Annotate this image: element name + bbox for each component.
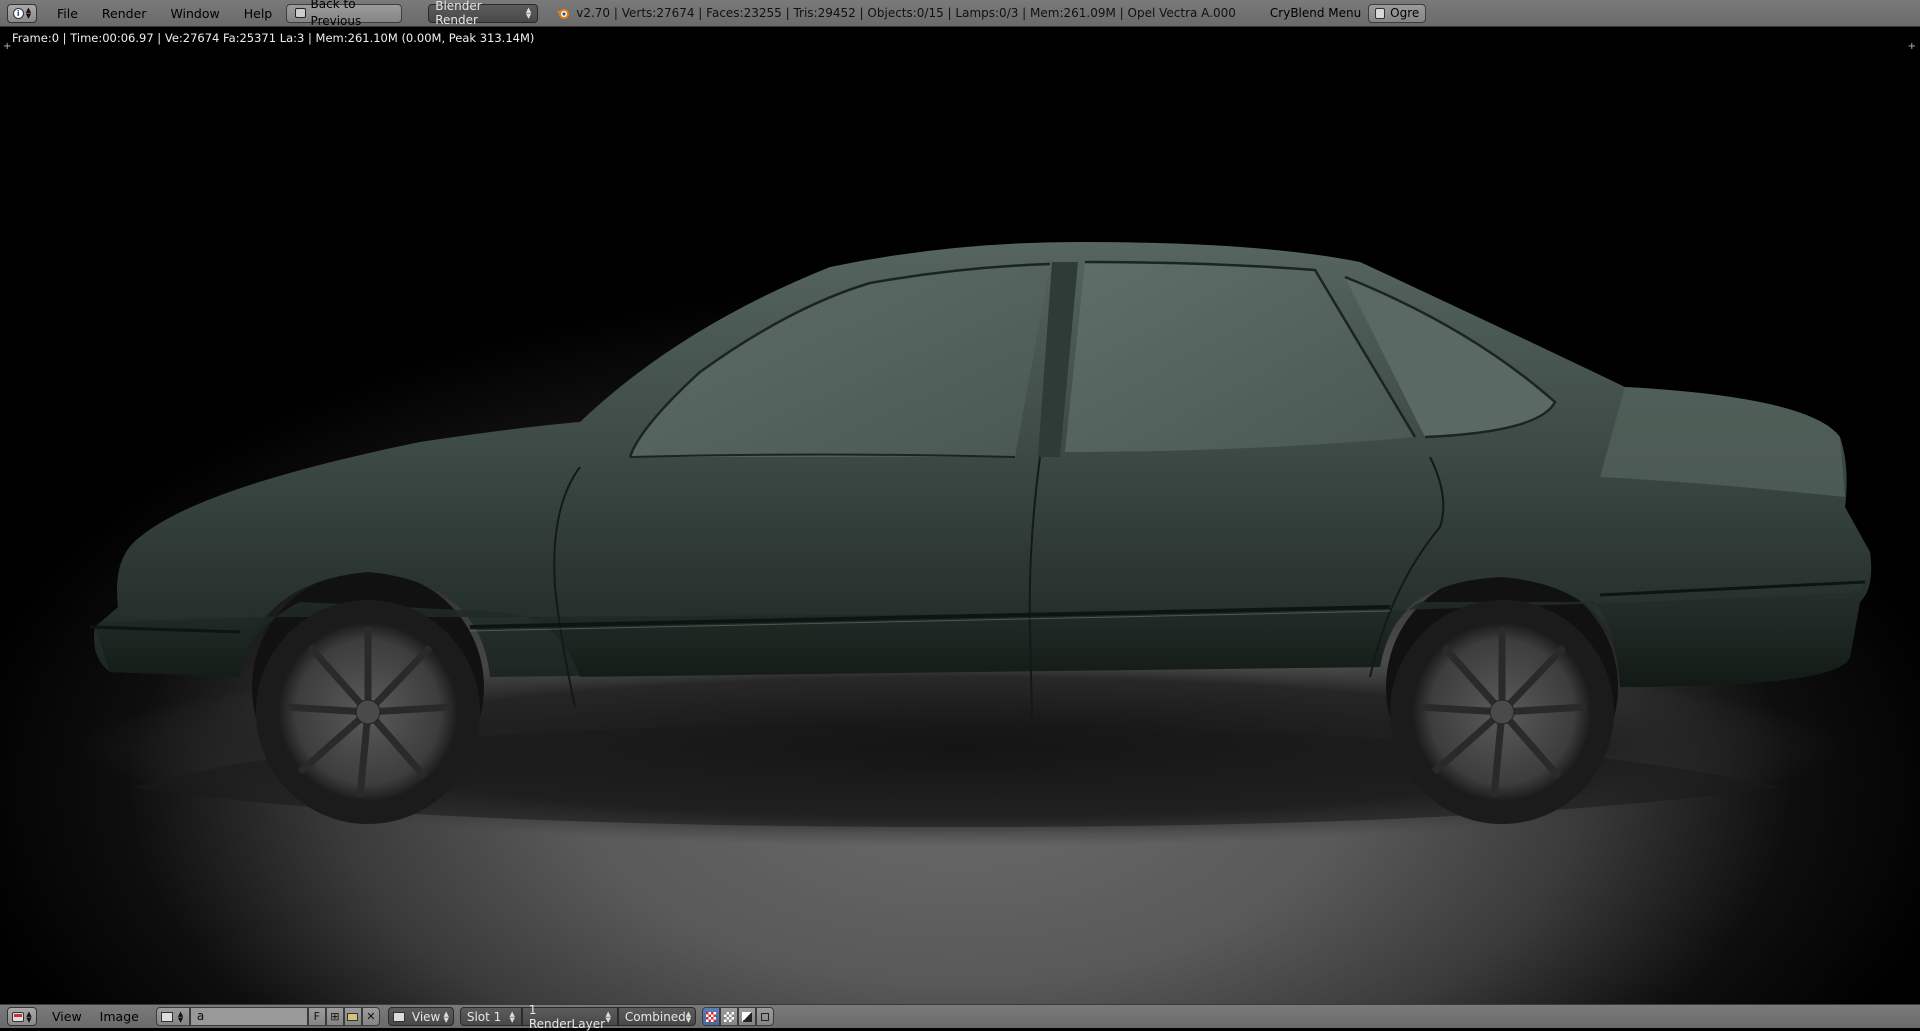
ogre-label: Ogre bbox=[1390, 5, 1420, 20]
fake-user-button[interactable]: F bbox=[307, 1007, 326, 1026]
updown-arrows-icon: ▲ ▼ bbox=[509, 1009, 515, 1024]
menu-image[interactable]: Image bbox=[91, 1009, 148, 1024]
cryblend-menu[interactable]: CryBlend Menu bbox=[1270, 6, 1361, 20]
folder-icon bbox=[347, 1012, 359, 1021]
render-engine-label: Blender Render bbox=[435, 0, 482, 27]
close-icon: ✕ bbox=[366, 1010, 376, 1023]
open-image-button[interactable] bbox=[343, 1007, 362, 1026]
updown-arrows-icon: ▲ ▼ bbox=[25, 6, 32, 20]
image-name-field[interactable]: a bbox=[189, 1007, 308, 1026]
updown-arrows-icon: ▲ ▼ bbox=[177, 1009, 184, 1024]
front-wheel bbox=[256, 600, 480, 824]
ogre-checkbox[interactable] bbox=[1375, 7, 1386, 19]
editor-type-button[interactable]: ▲ ▼ bbox=[7, 1007, 37, 1026]
scene-stats: v2.70 | Verts:27674 | Faces:23255 | Tris… bbox=[576, 6, 1236, 20]
menu-view[interactable]: View bbox=[43, 1009, 91, 1024]
render-layer-dropdown[interactable]: 1 RenderLayer ▲ ▼ bbox=[521, 1003, 618, 1031]
corner-plus-icon[interactable]: + bbox=[3, 41, 11, 52]
render-engine-dropdown[interactable]: Blender Render ▲ ▼ bbox=[428, 0, 539, 27]
rear-wheel bbox=[1390, 600, 1614, 824]
info-header: i ▲ ▼ File Render Window Help Back to Pre… bbox=[0, 0, 1920, 28]
blender-logo-icon bbox=[556, 6, 570, 20]
slot-dropdown[interactable]: Slot 1 ▲ ▼ bbox=[459, 1007, 522, 1026]
image-editor-viewport[interactable]: Frame:0 | Time:00:06.97 | Ve:27674 Fa:25… bbox=[0, 27, 1920, 1004]
updown-arrows-icon: ▲ ▼ bbox=[605, 1009, 611, 1024]
image-editor-header: ▲ ▼ View Image ▲ ▼ a F ⊞ ✕ View ▲ ▼ Slot 1 … bbox=[0, 1003, 1920, 1031]
menu-file[interactable]: File bbox=[45, 6, 90, 21]
ogre-toggle-button[interactable]: Ogre bbox=[1368, 3, 1427, 23]
car-render bbox=[80, 242, 1872, 847]
zbuffer-icon bbox=[741, 1011, 752, 1022]
image-editor-icon bbox=[12, 1011, 25, 1022]
menu-help[interactable]: Help bbox=[232, 6, 285, 21]
render-pass-dropdown[interactable]: Combined ▲ ▼ bbox=[617, 1007, 696, 1026]
image-browse-button[interactable]: ▲ ▼ bbox=[155, 1007, 190, 1026]
corner-plus-icon[interactable]: + bbox=[1908, 41, 1916, 52]
new-image-button[interactable]: ⊞ bbox=[325, 1007, 344, 1026]
checker-icon bbox=[705, 1011, 716, 1022]
updown-arrows-icon: ▲ ▼ bbox=[685, 1009, 692, 1024]
draw-image-alpha-button[interactable] bbox=[701, 1007, 720, 1026]
editor-type-button[interactable]: i ▲ ▼ bbox=[7, 3, 37, 23]
updown-arrows-icon: ▲ ▼ bbox=[525, 6, 532, 20]
checker-icon bbox=[723, 1011, 734, 1022]
render-info-text: Frame:0 | Time:00:06.97 | Ve:27674 Fa:25… bbox=[12, 31, 535, 45]
slot-label: Slot 1 bbox=[466, 1009, 502, 1024]
updown-arrows-icon: ▲ ▼ bbox=[26, 1009, 32, 1024]
updown-arrows-icon: ▲ ▼ bbox=[443, 1009, 449, 1024]
scope-icon bbox=[760, 1012, 769, 1021]
menu-render[interactable]: Render bbox=[90, 6, 159, 21]
draw-alpha-button[interactable] bbox=[719, 1007, 738, 1026]
back-to-previous-button[interactable]: Back to Previous bbox=[286, 0, 403, 28]
draw-zbuffer-button[interactable] bbox=[737, 1007, 756, 1026]
unlink-image-button[interactable]: ✕ bbox=[361, 1007, 380, 1026]
view-mode-label: View bbox=[411, 1009, 441, 1024]
render-layer-label: 1 RenderLayer bbox=[528, 1002, 606, 1031]
draw-scope-button[interactable] bbox=[755, 1007, 774, 1026]
screen-back-icon bbox=[295, 8, 306, 18]
menu-window[interactable]: Window bbox=[158, 6, 231, 21]
image-icon bbox=[160, 1011, 173, 1022]
info-icon: i bbox=[12, 7, 24, 19]
back-to-previous-label: Back to Previous bbox=[310, 0, 362, 28]
plus-icon: ⊞ bbox=[330, 1010, 340, 1023]
view-mode-icon bbox=[392, 1011, 405, 1022]
render-pass-label: Combined bbox=[624, 1009, 686, 1024]
view-mode-dropdown[interactable]: View ▲ ▼ bbox=[387, 1007, 454, 1026]
